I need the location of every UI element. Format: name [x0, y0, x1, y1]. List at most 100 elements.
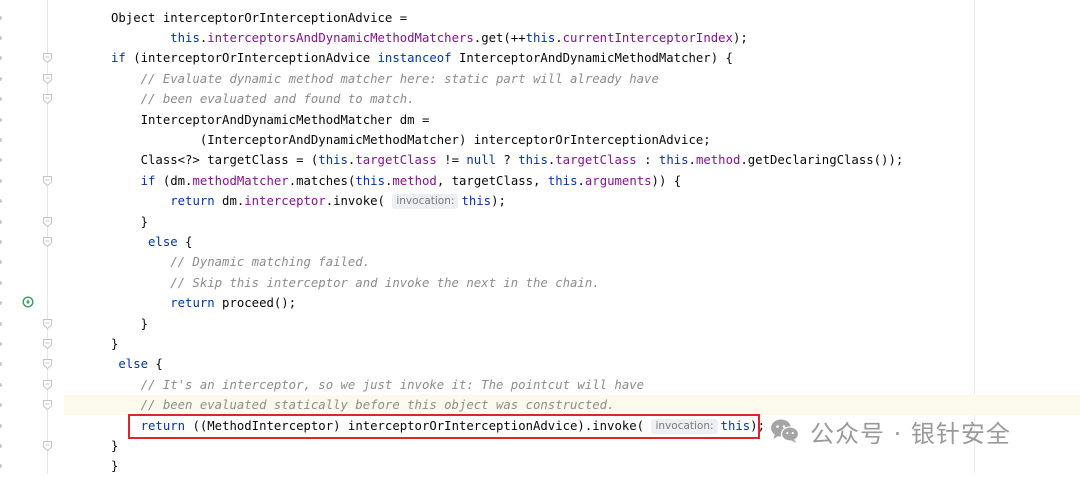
code-token: (interceptorOrInterceptionAdvice: [125, 51, 378, 66]
code-token: else: [148, 234, 178, 249]
code-token: // been evaluated statically before this…: [111, 398, 615, 413]
fold-marker-icon[interactable]: [43, 338, 52, 349]
code-token: .: [577, 173, 585, 188]
code-token: this: [355, 173, 385, 188]
fold-marker-icon[interactable]: [43, 53, 52, 64]
fold-marker-icon[interactable]: [43, 400, 52, 411]
code-token: InterceptorAndDynamicMethodMatcher) {: [451, 51, 733, 66]
gutter-dot: [0, 56, 2, 61]
code-line[interactable]: InterceptorAndDynamicMethodMatcher dm =: [64, 110, 430, 130]
code-token: // It's an interceptor, so we just invok…: [111, 377, 645, 392]
code-token: this: [170, 30, 200, 45]
code-line[interactable]: // Evaluate dynamic method matcher here:…: [64, 69, 659, 89]
gutter-dot: [0, 15, 2, 20]
code-token: }: [111, 459, 119, 474]
code-token: .matches(: [288, 173, 356, 188]
code-token: (InterceptorAndDynamicMethodMatcher) int…: [111, 132, 711, 147]
gutter-dot: [0, 341, 2, 346]
gutter-dot: [0, 280, 2, 285]
override-method-icon[interactable]: [22, 296, 34, 308]
code-token: }: [111, 214, 149, 229]
code-line[interactable]: }: [64, 436, 118, 456]
code-token: proceed();: [214, 296, 297, 311]
code-token: .: [555, 30, 563, 45]
code-token: method: [695, 153, 741, 168]
code-token: , targetClass,: [436, 173, 548, 188]
code-line[interactable]: (InterceptorAndDynamicMethodMatcher) int…: [64, 130, 711, 150]
code-token: interceptor: [244, 194, 326, 209]
code-line[interactable]: if (dm.methodMatcher.matches(this.method…: [64, 171, 682, 191]
fold-marker-icon[interactable]: [43, 236, 52, 247]
watermark-text: 公众号 · 银针安全: [810, 419, 1011, 448]
code-token: null: [466, 153, 497, 168]
code-line[interactable]: else {: [64, 232, 192, 252]
fold-marker-icon[interactable]: [43, 359, 52, 370]
gutter-dot: [0, 158, 2, 163]
code-token: this: [658, 153, 689, 168]
fold-marker-icon[interactable]: [43, 73, 52, 84]
fold-marker-icon[interactable]: [43, 216, 52, 227]
code-editor[interactable]: Object interceptorOrInterceptionAdvice =…: [64, 0, 1080, 474]
code-line[interactable]: // Skip this interceptor and invoke the …: [64, 273, 600, 293]
gutter-dot: [0, 301, 2, 306]
code-token: .getDeclaringClass());: [740, 153, 904, 168]
code-line[interactable]: return proceed();: [64, 293, 296, 313]
gutter-dot: [0, 423, 2, 428]
gutter-dot: [0, 382, 2, 387]
code-token: )) {: [651, 173, 682, 188]
code-token: methodMatcher: [192, 173, 289, 188]
code-line[interactable]: }: [64, 212, 148, 232]
gutter-dot: [0, 178, 2, 183]
gutter-dot: [0, 137, 2, 142]
gutter-dot: [0, 260, 2, 265]
code-token: this: [318, 153, 348, 168]
fold-marker-icon[interactable]: [43, 94, 52, 105]
code-token: }: [111, 316, 149, 331]
code-line[interactable]: // been evaluated and found to match.: [64, 89, 415, 109]
code-token: arguments: [584, 173, 652, 188]
gutter-dot: [0, 97, 2, 102]
gutter-dot: [0, 219, 2, 224]
code-token: targetClass: [555, 153, 637, 168]
code-line[interactable]: this. interceptorsAndDynamicMethodMatcher…: [64, 28, 748, 48]
code-line[interactable]: // It's an interceptor, so we just invok…: [64, 375, 644, 395]
gutter-dot: [0, 403, 2, 408]
code-token: this: [461, 194, 492, 209]
fold-marker-icon[interactable]: [43, 318, 52, 329]
code-token: .invoke(: [325, 194, 393, 209]
code-line[interactable]: Object interceptorOrInterceptionAdvice =: [64, 8, 407, 28]
fold-marker-icon[interactable]: [43, 440, 52, 451]
fold-marker-icon[interactable]: [43, 379, 52, 390]
watermark: 公众号 · 银针安全: [770, 413, 1011, 449]
highlight-box: [128, 414, 760, 439]
code-token: // Skip this interceptor and invoke the …: [111, 275, 600, 290]
code-token: // been evaluated and found to match.: [111, 92, 415, 107]
code-token: ?: [496, 153, 519, 168]
code-token: Class<?> targetClass = (: [111, 153, 319, 168]
code-token: targetClass: [355, 153, 437, 168]
code-token: else: [118, 357, 149, 372]
code-line[interactable]: return dm.interceptor.invoke( invocation…: [64, 191, 506, 211]
code-line[interactable]: }: [64, 314, 148, 334]
code-line[interactable]: }: [64, 334, 118, 354]
code-line[interactable]: Class<?> targetClass = (this.targetClass…: [64, 150, 904, 170]
code-line[interactable]: // Dynamic matching failed.: [64, 252, 370, 272]
code-token: interceptorsAndDynamicMethodMatchers: [207, 30, 474, 45]
code-token: InterceptorAndDynamicMethodMatcher dm =: [111, 112, 430, 127]
code-token: this: [525, 30, 556, 45]
gutter-dot: [0, 464, 2, 469]
gutter-dot: [0, 117, 2, 122]
code-line[interactable]: else {: [64, 354, 162, 374]
code-token: method: [392, 173, 437, 188]
parameter-hint: invocation:: [392, 194, 459, 210]
fold-marker-icon[interactable]: [43, 175, 52, 186]
code-token: }: [111, 438, 119, 453]
code-token: {: [177, 234, 193, 249]
code-line[interactable]: if (interceptorOrInterceptionAdvice inst…: [64, 48, 733, 68]
code-token: }: [111, 336, 119, 351]
code-token: instanceof: [377, 51, 452, 66]
